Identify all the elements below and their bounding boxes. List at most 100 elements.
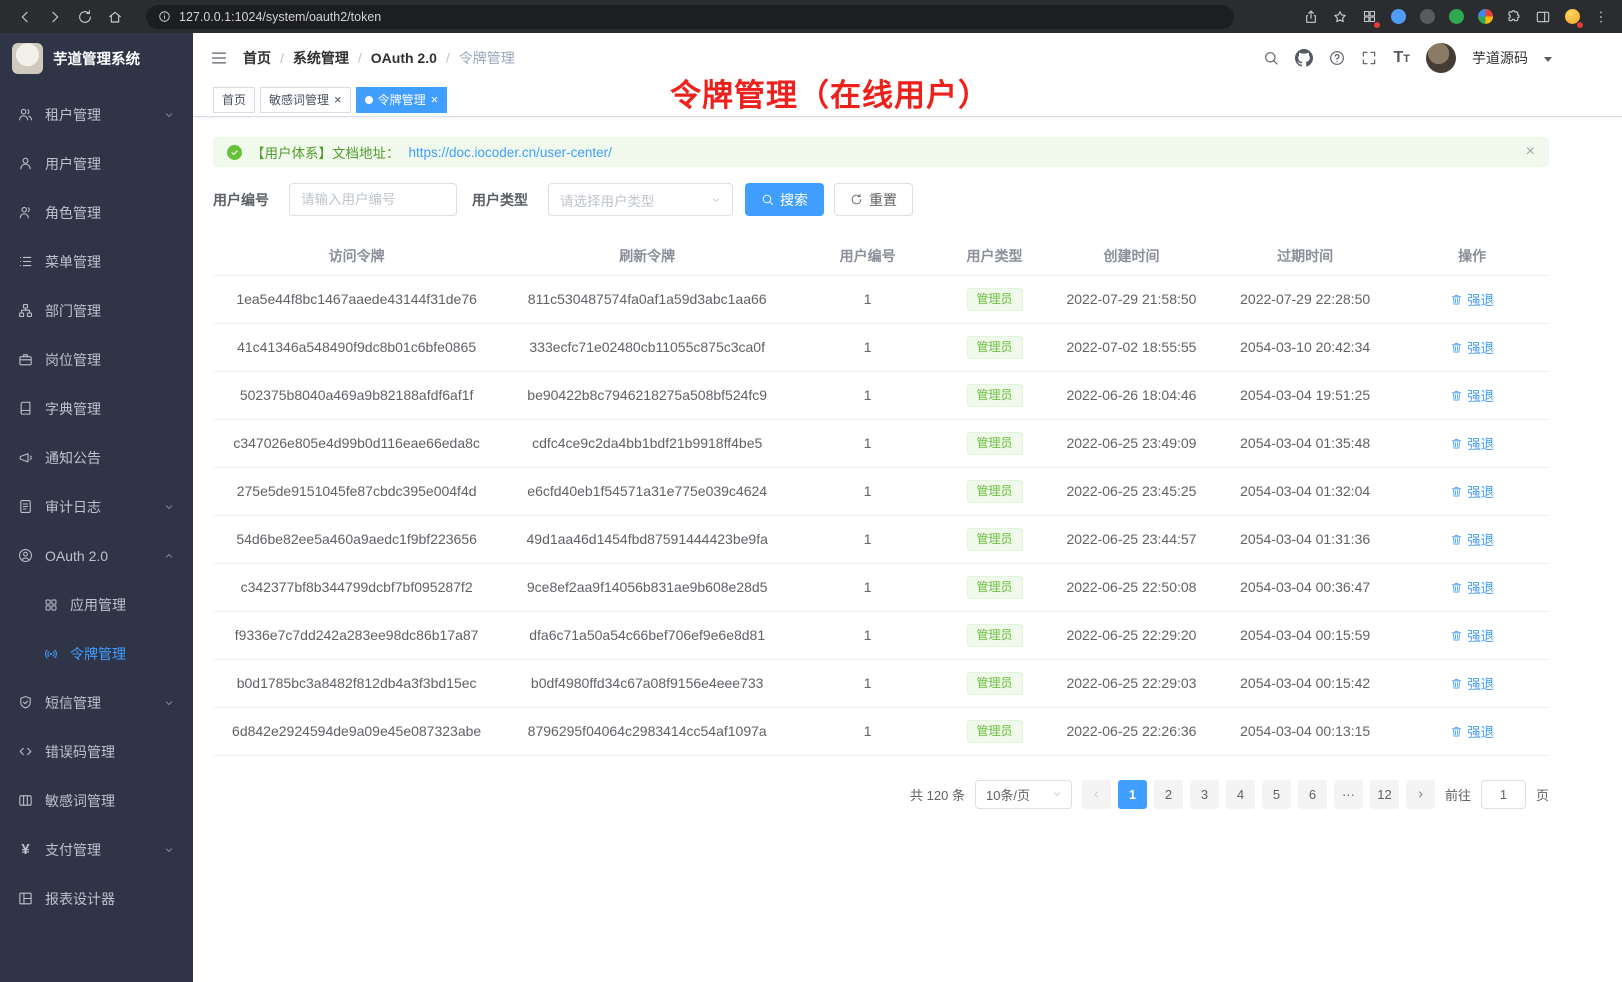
force-logout-button[interactable]: 强退 xyxy=(1450,529,1494,549)
sidebar-item-oauth[interactable]: OAuth 2.0 xyxy=(0,531,193,580)
user-circle-icon xyxy=(18,548,33,563)
tab-token-management[interactable]: 令牌管理 × xyxy=(356,87,448,113)
sidebar-toggle[interactable] xyxy=(210,49,228,67)
user-type-cell: 管理员 xyxy=(941,467,1048,515)
page-button[interactable]: 1 xyxy=(1118,780,1147,809)
extension-blue-button[interactable] xyxy=(1389,8,1407,26)
sidebar-item-menu[interactable]: 菜单管理 xyxy=(0,237,193,286)
app-frame: 芋道管理系统 租户管理 用户管理 角色管理 菜单管理 部门管理 xyxy=(0,33,1622,982)
sidebar-item-user[interactable]: 用户管理 xyxy=(0,139,193,188)
expire-time-cell: 2022-07-29 22:28:50 xyxy=(1215,275,1395,323)
search-button[interactable]: 搜索 xyxy=(745,183,824,216)
access-token-cell: 6d842e2924594de9a09e45e087323abe xyxy=(213,707,500,755)
sidebar-item-dept[interactable]: 部门管理 xyxy=(0,286,193,335)
breadcrumb-system[interactable]: 系统管理 xyxy=(293,48,349,68)
extension-wheel-button[interactable] xyxy=(1476,8,1494,26)
sidebar-item-audit-log[interactable]: 审计日志 xyxy=(0,482,193,531)
next-page-button[interactable] xyxy=(1406,780,1435,809)
sidebar-item-dict[interactable]: 字典管理 xyxy=(0,384,193,433)
bookmark-button[interactable] xyxy=(1331,8,1349,26)
alert-close-icon[interactable]: × xyxy=(1526,143,1535,161)
close-icon[interactable]: × xyxy=(431,93,439,106)
sidebar-item-post[interactable]: 岗位管理 xyxy=(0,335,193,384)
user-id-cell: 1 xyxy=(794,515,941,563)
blue-extension-icon xyxy=(1391,9,1406,24)
username[interactable]: 芋道源码 xyxy=(1472,48,1528,68)
search-form: 用户编号 用户类型 请选择用户类型 搜索 重置 xyxy=(213,183,1549,216)
sidebar-item-sms[interactable]: 短信管理 xyxy=(0,678,193,727)
more-pages-button[interactable]: ··· xyxy=(1334,780,1363,809)
sidebar-item-token-management[interactable]: 令牌管理 xyxy=(0,629,193,678)
goto-page-input[interactable] xyxy=(1481,780,1526,809)
page-button[interactable]: 6 xyxy=(1298,780,1327,809)
extension-green-button[interactable] xyxy=(1447,8,1465,26)
columns-icon xyxy=(18,793,33,808)
page-button[interactable]: 5 xyxy=(1262,780,1291,809)
breadcrumb-oauth[interactable]: OAuth 2.0 xyxy=(371,50,437,66)
browser-menu-button[interactable] xyxy=(1592,8,1610,26)
extensions-menu-button[interactable] xyxy=(1505,8,1523,26)
user-id-cell: 1 xyxy=(794,419,941,467)
doc-link[interactable]: https://doc.iocoder.cn/user-center/ xyxy=(409,145,612,160)
github-link[interactable] xyxy=(1295,49,1313,67)
page-button[interactable]: 3 xyxy=(1190,780,1219,809)
force-logout-button[interactable]: 强退 xyxy=(1450,721,1494,741)
force-logout-button[interactable]: 强退 xyxy=(1450,577,1494,597)
sidebar-panel-button[interactable] xyxy=(1534,8,1552,26)
browser-home-button[interactable] xyxy=(102,5,128,29)
page-button[interactable]: 4 xyxy=(1226,780,1255,809)
sidebar-item-role[interactable]: 角色管理 xyxy=(0,188,193,237)
sidebar-item-tenant[interactable]: 租户管理 xyxy=(0,90,193,139)
user-type-cell: 管理员 xyxy=(941,323,1048,371)
force-logout-button[interactable]: 强退 xyxy=(1450,625,1494,645)
people-icon xyxy=(18,107,33,122)
profile-button[interactable] xyxy=(1563,8,1581,26)
force-logout-button[interactable]: 强退 xyxy=(1450,337,1494,357)
tab-sensitive-words[interactable]: 敏感词管理 × xyxy=(260,87,351,113)
tab-home[interactable]: 首页 xyxy=(213,87,255,113)
force-logout-button[interactable]: 强退 xyxy=(1450,673,1494,693)
force-logout-button[interactable]: 强退 xyxy=(1450,481,1494,501)
force-logout-button[interactable]: 强退 xyxy=(1450,433,1494,453)
user-id-input[interactable] xyxy=(289,183,457,216)
sidebar-item-error-code[interactable]: 错误码管理 xyxy=(0,727,193,776)
browser-refresh-button[interactable] xyxy=(72,5,98,29)
reset-button[interactable]: 重置 xyxy=(834,183,913,216)
page-button[interactable]: 12 xyxy=(1370,780,1399,809)
tab-label: 敏感词管理 xyxy=(269,91,329,108)
help-button[interactable] xyxy=(1329,50,1345,66)
expire-time-cell: 2054-03-04 01:31:36 xyxy=(1215,515,1395,563)
megaphone-icon xyxy=(18,450,33,465)
user-type-select[interactable]: 请选择用户类型 xyxy=(548,183,733,216)
chevron-right-icon xyxy=(1415,789,1426,800)
close-icon[interactable]: × xyxy=(334,93,342,106)
address-bar[interactable]: 127.0.0.1:1024/system/oauth2/token xyxy=(146,5,1234,29)
browser-forward-button[interactable] xyxy=(42,5,68,29)
share-button[interactable] xyxy=(1302,8,1320,26)
sidebar-item-report-designer[interactable]: 报表设计器 xyxy=(0,874,193,923)
header-search-button[interactable] xyxy=(1263,50,1279,66)
sidebar-item-notice[interactable]: 通知公告 xyxy=(0,433,193,482)
font-size-button[interactable]: TT xyxy=(1393,50,1410,66)
sidebar-item-sensitive-words[interactable]: 敏感词管理 xyxy=(0,776,193,825)
browser-back-button[interactable] xyxy=(12,5,38,29)
sidebar-item-payment[interactable]: ¥ 支付管理 xyxy=(0,825,193,874)
force-logout-button[interactable]: 强退 xyxy=(1450,289,1494,309)
fullscreen-button[interactable] xyxy=(1361,50,1377,66)
sidebar-item-app-management[interactable]: 应用管理 xyxy=(0,580,193,629)
force-logout-button[interactable]: 强退 xyxy=(1450,385,1494,405)
user-avatar[interactable] xyxy=(1426,43,1456,73)
code-icon xyxy=(18,744,33,759)
chevron-down-icon xyxy=(163,109,175,121)
breadcrumb-home[interactable]: 首页 xyxy=(243,48,271,68)
extension-grid-button[interactable] xyxy=(1360,8,1378,26)
extension-dark-button[interactable] xyxy=(1418,8,1436,26)
app-logo[interactable]: 芋道管理系统 xyxy=(0,33,193,83)
created-time-cell: 2022-06-25 23:44:57 xyxy=(1048,515,1215,563)
refresh-token-cell: 8796295f04064c2983414cc54af1097a xyxy=(500,707,794,755)
page-size-select[interactable]: 10条/页 xyxy=(975,780,1072,809)
page-button[interactable]: 2 xyxy=(1154,780,1183,809)
user-menu-caret-icon[interactable] xyxy=(1544,57,1552,62)
access-token-cell: 275e5de9151045fe87cbdc395e004f4d xyxy=(213,467,500,515)
prev-page-button[interactable] xyxy=(1082,780,1111,809)
